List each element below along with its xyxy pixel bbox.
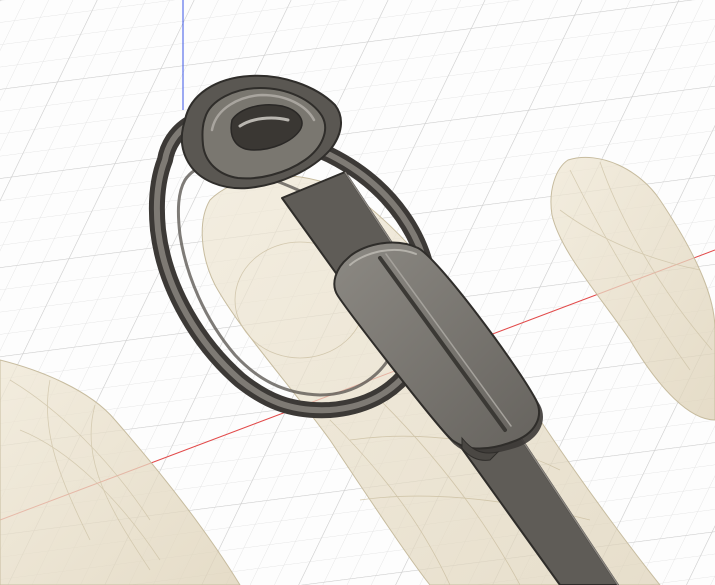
cad-scene[interactable]	[0, 0, 715, 585]
3d-viewport[interactable]	[0, 0, 715, 585]
